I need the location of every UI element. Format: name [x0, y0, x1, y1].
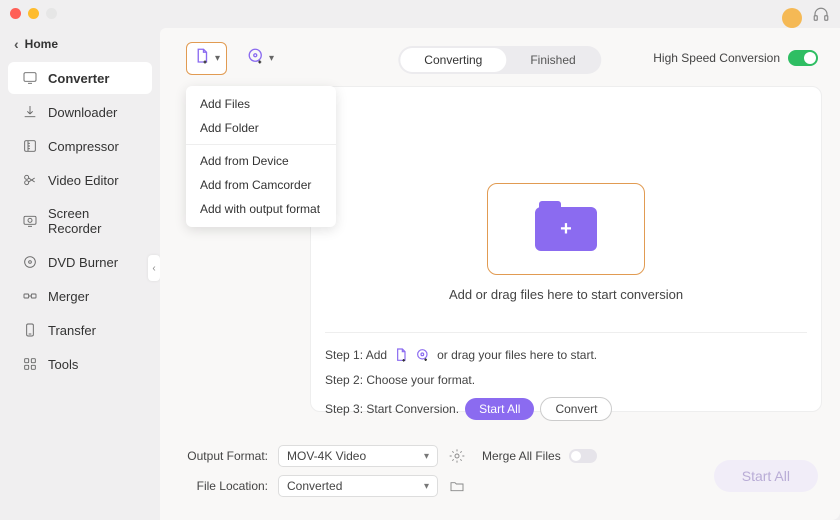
chevron-left-icon: ‹ — [14, 36, 19, 52]
drop-panel: + Add or drag files here to start conver… — [310, 86, 822, 412]
sidebar-item-label: Video Editor — [48, 173, 119, 188]
drop-caption: Add or drag files here to start conversi… — [325, 287, 807, 302]
video-editor-icon — [22, 172, 38, 188]
plus-icon: + — [560, 218, 572, 241]
file-location-select[interactable]: Converted ▾ — [278, 475, 438, 497]
dropdown-item-add-folder[interactable]: Add Folder — [186, 116, 336, 140]
file-plus-icon — [393, 347, 409, 363]
merge-switch[interactable] — [569, 449, 597, 463]
steps: Step 1: Add or drag your files here to s… — [325, 332, 807, 421]
output-format-value: MOV-4K Video — [287, 449, 366, 463]
sidebar-item-merger[interactable]: Merger — [8, 280, 152, 312]
merge-all: Merge All Files — [482, 449, 602, 463]
step2-text: Step 2: Choose your format. — [325, 373, 475, 387]
close-window-icon[interactable] — [10, 8, 21, 19]
chevron-down-icon: ▾ — [269, 53, 274, 64]
sidebar-item-label: DVD Burner — [48, 255, 118, 270]
app-window: ‹ Home Converter Downloader Compressor V… — [0, 0, 840, 520]
sidebar-item-label: Tools — [48, 357, 78, 372]
sidebar-item-label: Compressor — [48, 139, 119, 154]
start-all-small-button[interactable]: Start All — [465, 398, 534, 420]
folder-icon: + — [535, 207, 597, 251]
sidebar-item-tools[interactable]: Tools — [8, 348, 152, 380]
sidebar-item-label: Converter — [48, 71, 109, 86]
sidebar-item-downloader[interactable]: Downloader — [8, 96, 152, 128]
file-location-value: Converted — [287, 479, 342, 493]
dropdown-item-add-files[interactable]: Add Files — [186, 92, 336, 116]
sidebar-item-screen-recorder[interactable]: Screen Recorder — [8, 198, 152, 244]
compressor-icon — [22, 138, 38, 154]
headset-icon[interactable] — [812, 6, 830, 29]
file-location-label: File Location: — [186, 479, 268, 493]
chevron-down-icon: ▾ — [424, 451, 429, 462]
disc-plus-icon — [415, 347, 431, 363]
step-3: Step 3: Start Conversion. Start All Conv… — [325, 397, 807, 421]
drop-area[interactable]: + — [487, 183, 645, 275]
sidebar-item-video-editor[interactable]: Video Editor — [8, 164, 152, 196]
zoom-window-icon[interactable] — [46, 8, 57, 19]
file-plus-icon — [193, 47, 211, 70]
chevron-down-icon: ▾ — [215, 53, 220, 64]
minimize-window-icon[interactable] — [28, 8, 39, 19]
dropdown-item-add-camcorder[interactable]: Add from Camcorder — [186, 173, 336, 197]
sidebar-item-label: Downloader — [48, 105, 117, 120]
dvd-burner-icon — [22, 254, 38, 270]
output-format-label: Output Format: — [186, 449, 268, 463]
tab-converting[interactable]: Converting — [400, 48, 506, 72]
sidebar-item-compressor[interactable]: Compressor — [8, 130, 152, 162]
downloader-icon — [22, 104, 38, 120]
sidebar-item-label: Merger — [48, 289, 89, 304]
sidebar-item-transfer[interactable]: Transfer — [8, 314, 152, 346]
add-disc-button[interactable]: ▾ — [241, 43, 280, 74]
add-file-button[interactable]: ▾ — [186, 42, 227, 75]
high-speed-switch[interactable] — [788, 50, 818, 66]
dropdown-item-add-device[interactable]: Add from Device — [186, 149, 336, 173]
sidebar-item-converter[interactable]: Converter — [8, 62, 152, 94]
step3-text: Step 3: Start Conversion. — [325, 402, 459, 416]
high-speed-box: High Speed Conversion — [653, 50, 818, 66]
avatar[interactable] — [782, 8, 802, 28]
convert-small-button[interactable]: Convert — [540, 397, 612, 421]
high-speed-label: High Speed Conversion — [653, 51, 780, 65]
step1-prefix: Step 1: Add — [325, 348, 387, 362]
window-controls — [10, 8, 57, 19]
start-all-button[interactable]: Start All — [714, 460, 818, 492]
screen-recorder-icon — [22, 213, 38, 229]
sidebar-item-label: Transfer — [48, 323, 96, 338]
merger-icon — [22, 288, 38, 304]
sidebar-item-dvd-burner[interactable]: DVD Burner — [8, 246, 152, 278]
folder-open-icon[interactable] — [448, 477, 466, 495]
sidebar-collapse-handle[interactable]: ‹ — [148, 255, 160, 281]
tools-icon — [22, 356, 38, 372]
titlebar-right — [782, 6, 830, 29]
step-2: Step 2: Choose your format. — [325, 373, 807, 387]
tabs: Converting Finished — [398, 46, 601, 74]
converter-icon — [22, 70, 38, 86]
add-dropdown: Add Files Add Folder Add from Device Add… — [186, 86, 336, 227]
dropdown-item-add-output[interactable]: Add with output format — [186, 197, 336, 221]
output-format-select[interactable]: MOV-4K Video ▾ — [278, 445, 438, 467]
sidebar: ‹ Home Converter Downloader Compressor V… — [0, 28, 160, 520]
merge-label: Merge All Files — [482, 449, 561, 463]
toolbar: ▾ ▾ — [186, 42, 280, 75]
transfer-icon — [22, 322, 38, 338]
step1-suffix: or drag your files here to start. — [437, 348, 597, 362]
dropdown-separator — [186, 144, 336, 145]
home-label: Home — [25, 37, 58, 51]
disc-plus-icon — [247, 47, 265, 70]
chevron-down-icon: ▾ — [424, 481, 429, 492]
gear-icon[interactable] — [448, 447, 466, 465]
sidebar-item-label: Screen Recorder — [48, 206, 138, 236]
step-1: Step 1: Add or drag your files here to s… — [325, 347, 807, 363]
content: ▾ ▾ Add Files Add Folder Add from Device… — [160, 28, 840, 520]
home-back[interactable]: ‹ Home — [0, 32, 160, 62]
tab-finished[interactable]: Finished — [506, 48, 599, 72]
